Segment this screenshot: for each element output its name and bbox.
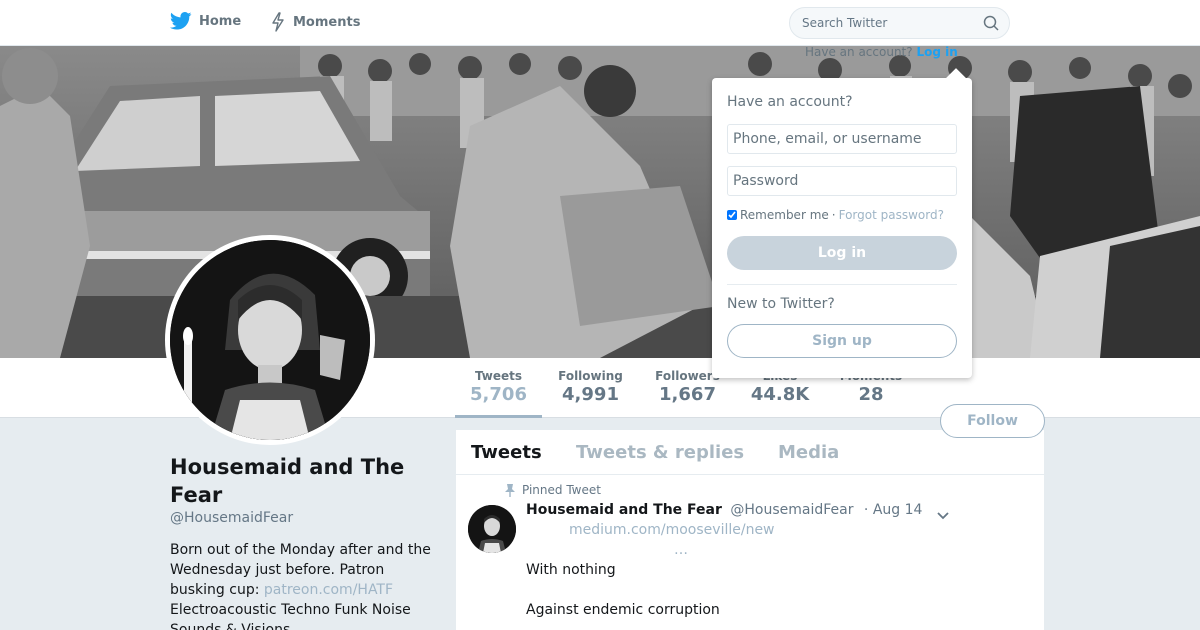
follow-button[interactable]: Follow bbox=[940, 404, 1045, 438]
chevron-down-icon[interactable] bbox=[936, 506, 950, 525]
forgot-password-link[interactable]: Forgot password? bbox=[839, 208, 944, 222]
nav-moments[interactable]: Moments bbox=[270, 12, 360, 32]
login-heading: Have an account? bbox=[727, 94, 853, 110]
remember-label[interactable]: Remember me bbox=[740, 208, 829, 222]
divider bbox=[727, 284, 957, 285]
profile-name: Housemaid and The Fear bbox=[170, 455, 405, 507]
lightning-icon bbox=[272, 12, 284, 32]
nav-home[interactable]: Home bbox=[170, 12, 241, 30]
search-input[interactable] bbox=[790, 8, 970, 38]
login-dropdown: Have an account? Remember me · Forgot pa… bbox=[712, 68, 972, 378]
bio-text-2: Electroacoustic Techno Funk Noise Sounds… bbox=[170, 602, 411, 630]
pin-icon bbox=[505, 484, 515, 497]
tab-tweets[interactable]: Tweets bbox=[471, 442, 542, 463]
tweet-timestamp[interactable]: · Aug 14 bbox=[864, 502, 923, 518]
nav-moments-label: Moments bbox=[293, 14, 361, 30]
stat-following-value: 4,991 bbox=[562, 384, 619, 405]
have-account-text: Have an account? bbox=[805, 45, 913, 59]
have-account-prompt: Have an account? Log in bbox=[805, 45, 958, 59]
pinned-text: Pinned Tweet bbox=[522, 483, 601, 497]
profile-avatar[interactable] bbox=[165, 235, 375, 445]
tweet-link-ellipsis: … bbox=[674, 542, 688, 558]
avatar-photo bbox=[170, 240, 370, 440]
profile-bio: Born out of the Monday after and the Wed… bbox=[170, 540, 432, 630]
remember-separator: · bbox=[831, 208, 836, 222]
stat-following-label: Following bbox=[558, 369, 623, 383]
stat-likes-value: 44.8K bbox=[750, 384, 810, 405]
tweet-avatar-photo bbox=[468, 505, 516, 553]
timeline: Tweets Tweets & replies Media Pinned Twe… bbox=[456, 430, 1044, 630]
profile-handle[interactable]: @HousemaidFear bbox=[170, 510, 293, 526]
twitter-bird-icon bbox=[170, 12, 192, 30]
tweet-link[interactable]: medium.com/mooseville/new bbox=[569, 522, 775, 538]
username-field[interactable] bbox=[727, 124, 957, 154]
stat-tweets[interactable]: Tweets 5,706 bbox=[455, 369, 542, 418]
remember-checkbox[interactable] bbox=[727, 210, 737, 220]
search-box bbox=[789, 7, 1010, 39]
tweet-author-name[interactable]: Housemaid and The Fear bbox=[526, 502, 722, 518]
tweet-text-line: Against endemic corruption bbox=[526, 602, 720, 618]
stat-moments-value: 28 bbox=[858, 384, 884, 405]
stat-tweets-value: 5,706 bbox=[470, 384, 527, 405]
pinned-label: Pinned Tweet bbox=[504, 483, 601, 497]
remember-row: Remember me · Forgot password? bbox=[727, 208, 944, 222]
stat-tweets-label: Tweets bbox=[474, 369, 523, 383]
signup-button[interactable]: Sign up bbox=[727, 324, 957, 358]
tweet-header: Housemaid and The Fear @HousemaidFear · … bbox=[526, 502, 922, 518]
new-to-twitter-heading: New to Twitter? bbox=[727, 296, 835, 312]
login-link[interactable]: Log in bbox=[916, 45, 957, 59]
stat-following[interactable]: Following 4,991 bbox=[553, 369, 628, 405]
tweet-author-handle[interactable]: @HousemaidFear bbox=[730, 502, 853, 518]
search-icon[interactable] bbox=[983, 15, 999, 35]
bio-link[interactable]: patreon.com/HATF bbox=[264, 582, 393, 598]
nav-home-label: Home bbox=[199, 13, 242, 29]
stat-followers-value: 1,667 bbox=[659, 384, 716, 405]
tab-media[interactable]: Media bbox=[778, 442, 839, 463]
login-button[interactable]: Log in bbox=[727, 236, 957, 270]
top-nav-bar: Home Moments bbox=[0, 0, 1200, 46]
tweet-text-line: With nothing bbox=[526, 562, 616, 578]
password-field[interactable] bbox=[727, 166, 957, 196]
tab-tweets-replies[interactable]: Tweets & replies bbox=[576, 442, 744, 463]
tweet-avatar[interactable] bbox=[468, 505, 516, 553]
